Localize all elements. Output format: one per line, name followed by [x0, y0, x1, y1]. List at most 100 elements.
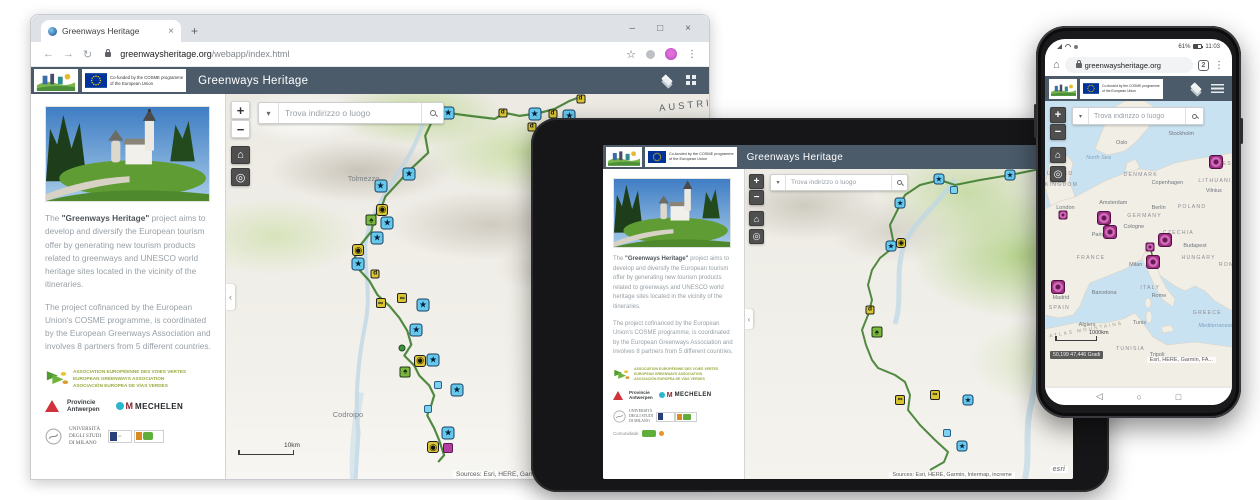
extra-partner-logo — [659, 431, 664, 436]
url-text[interactable]: greenwaysheritage.org/webapp/index.html — [120, 49, 289, 59]
maximize-button[interactable]: □ — [657, 23, 663, 34]
map-marker-star[interactable]: ★ — [1005, 169, 1016, 180]
unimi-emblem — [45, 428, 62, 445]
extra-partner-logo — [642, 430, 656, 437]
search-icon — [430, 110, 436, 116]
browser-home-icon[interactable]: ⌂ — [1053, 59, 1060, 71]
browser-tab[interactable]: Greenways Heritage × — [41, 20, 181, 42]
antwerpen-logo — [45, 400, 59, 412]
zoom-out-button[interactable]: − — [749, 190, 764, 205]
nav-home-icon[interactable]: ○ — [1137, 392, 1142, 402]
mechelen-logo: M MECHELEN — [116, 401, 184, 411]
back-icon[interactable]: ← — [43, 48, 54, 60]
browser-menu-icon[interactable]: ⋮ — [687, 49, 697, 60]
home-extent-button[interactable]: ⌂ — [749, 211, 764, 226]
church-photo — [45, 106, 210, 202]
home-extent-button[interactable]: ⌂ — [231, 146, 250, 164]
map-marker-star[interactable]: ★ — [885, 240, 896, 251]
map-marker-smallblue[interactable] — [950, 186, 958, 194]
search-input[interactable] — [786, 175, 891, 190]
reload-icon[interactable]: ↻ — [83, 48, 92, 61]
map-marker-info[interactable]: d — [865, 306, 874, 315]
layers-icon[interactable] — [661, 75, 674, 86]
search-input[interactable] — [1089, 108, 1185, 124]
forward-icon[interactable]: → — [63, 48, 74, 60]
browser-toolbar: ← → ↻ greenwaysheritage.org/webapp/index… — [31, 42, 709, 67]
phone-screen: 61% 11:03 ⌂ greenwaysheritage.org 2 ⋮ — [1045, 39, 1232, 405]
zoom-in-button[interactable]: + — [1050, 107, 1066, 123]
map-marker-cluster-lg[interactable] — [1209, 155, 1223, 169]
eu-cofunding-text: Co-funded by the COSME programme of the … — [669, 152, 734, 161]
partner-chip — [675, 412, 697, 422]
search-button[interactable] — [421, 103, 443, 123]
layers-icon[interactable] — [1190, 83, 1203, 94]
battery-icon — [1193, 44, 1202, 49]
coordinates-readout: 50,199 47,446 Gradi — [1050, 351, 1103, 359]
map-marker-cluster-lg[interactable] — [1103, 225, 1117, 239]
phone-status-bar: 61% 11:03 — [1045, 39, 1232, 54]
phone-map-canvas[interactable]: OsloStockholmNorth SeaDENMARKCopenhagenL… — [1045, 101, 1232, 387]
responsive-showcase: Greenways Heritage × + – □ × ← → ↻ green… — [0, 0, 1260, 500]
close-button[interactable]: × — [685, 23, 691, 34]
map-marker-cluster-lg[interactable] — [1097, 211, 1111, 225]
locate-button[interactable]: ◎ — [1050, 166, 1066, 182]
map-marker-cluster-lg[interactable] — [1051, 280, 1065, 294]
browser-menu-icon[interactable]: ⋮ — [1214, 60, 1224, 71]
minimize-button[interactable]: – — [630, 23, 636, 34]
extension-icon[interactable] — [646, 50, 655, 59]
zoom-out-button[interactable]: − — [1050, 124, 1066, 140]
search-button[interactable] — [1185, 108, 1203, 124]
eu-cofunding-logo: Co-funded by the COSME programme of the … — [82, 69, 186, 92]
nav-back-icon[interactable]: ◁ — [1096, 391, 1103, 402]
map-marker-star[interactable]: ★ — [933, 173, 944, 184]
tab-close-icon[interactable]: × — [168, 26, 174, 37]
map-marker-dot[interactable]: ◉ — [896, 238, 906, 248]
url-text: greenwaysheritage.org — [1085, 61, 1161, 70]
search-icon — [897, 180, 902, 185]
search-input[interactable] — [279, 103, 421, 123]
map-marker-star[interactable]: ★ — [963, 394, 974, 405]
tablet-map-canvas[interactable]: ★★★◉★d♠∞∞★★ + − ⌂ ◎ ▾ ‹ Sources: Esri, H… — [745, 169, 1073, 479]
map-marker-star[interactable]: ★ — [895, 198, 906, 209]
volume-button — [1034, 104, 1037, 138]
new-tab-button[interactable]: + — [191, 24, 198, 38]
search-dropdown-icon[interactable]: ▾ — [1073, 108, 1089, 124]
bookmark-icon[interactable]: ☆ — [626, 48, 636, 61]
map-search-bar: ▾ — [770, 174, 908, 191]
zoom-in-button[interactable]: + — [749, 174, 764, 189]
map-attribution: Sources: Esri, HERE, Garmin, Intermap, i… — [889, 472, 1015, 478]
sidebar-collapse-handle[interactable]: ‹ — [226, 284, 235, 310]
sidebar-collapse-handle[interactable]: ‹ — [745, 309, 753, 329]
app-title: Greenways Heritage — [198, 75, 308, 87]
map-scalebar — [238, 454, 294, 455]
search-dropdown-icon[interactable]: ▾ — [259, 103, 279, 123]
nav-recents-icon[interactable]: □ — [1176, 392, 1181, 402]
search-button[interactable] — [891, 175, 907, 190]
search-dropdown-icon[interactable]: ▾ — [771, 175, 786, 190]
status-icon — [1074, 45, 1078, 49]
profile-avatar[interactable] — [665, 48, 677, 60]
home-extent-button[interactable]: ⌂ — [1050, 147, 1066, 163]
map-marker-cluster-lg[interactable] — [1158, 233, 1172, 247]
map-marker-binoc[interactable]: ∞ — [930, 390, 940, 400]
basemap-grid-icon[interactable] — [686, 75, 697, 86]
map-marker-cluster-sm[interactable] — [1145, 242, 1154, 251]
locate-button[interactable]: ◎ — [749, 229, 764, 244]
map-marker-smallblue[interactable] — [943, 429, 951, 437]
battery-percent: 61% — [1178, 44, 1190, 50]
menu-icon[interactable] — [1211, 84, 1224, 93]
map-marker-star[interactable]: ★ — [957, 441, 968, 452]
info-sidebar: The "Greenways Heritage" project aims to… — [31, 94, 226, 479]
partner-chip — [134, 430, 164, 443]
zoom-out-button[interactable]: − — [231, 120, 250, 138]
map-marker-tree[interactable]: ♠ — [871, 327, 882, 338]
egwa-logo-row: ASSOCIATION EUROPÉENNE DES VOIES VERTES … — [45, 368, 211, 389]
map-marker-binoc[interactable]: ∞ — [895, 395, 905, 405]
url-pill[interactable]: greenwaysheritage.org — [1065, 57, 1193, 73]
map-marker-cluster-sm[interactable] — [1058, 211, 1067, 220]
map-marker-cluster-lg[interactable] — [1146, 255, 1160, 269]
locate-button[interactable]: ◎ — [231, 168, 250, 186]
zoom-in-button[interactable]: + — [231, 101, 250, 119]
tab-switcher[interactable]: 2 — [1198, 60, 1209, 71]
map-search-bar: ▾ — [258, 102, 444, 124]
